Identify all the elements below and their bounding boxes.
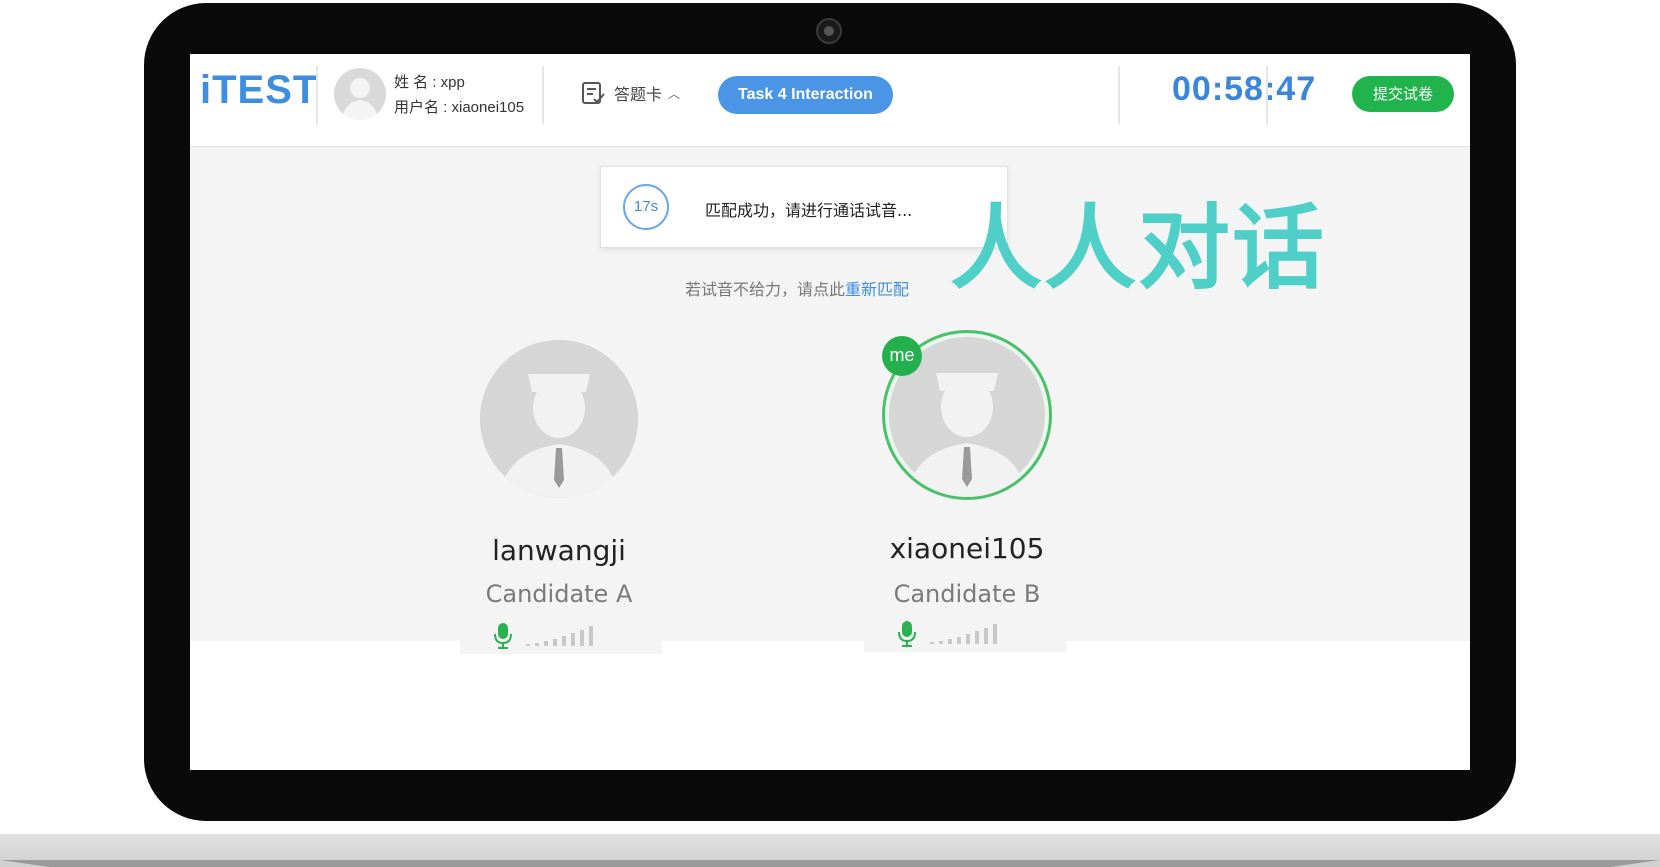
answer-card-label: 答题卡 [614, 85, 663, 104]
divider [316, 66, 318, 124]
user-name-line: 姓 名 : xpp [394, 74, 465, 91]
answer-card-toggle[interactable]: 答题卡 ︿ [580, 78, 680, 108]
candidate-b-name: xiaonei105 [889, 532, 1045, 565]
app-logo: iTEST [200, 68, 319, 112]
rematch-prefix: 若试音不给力，请点此 [685, 280, 846, 299]
app-screen: iTEST 姓 名 : xpp 用户名 : xiaonei105 答题卡 ︿ T… [190, 54, 1470, 770]
candidate-a-role: Candidate A [485, 580, 633, 608]
countdown-badge: 17s [623, 184, 669, 230]
user-avatar [334, 68, 386, 120]
microphone-icon [494, 623, 512, 649]
volume-level-icon [526, 626, 593, 646]
candidate-a-audio [460, 616, 662, 654]
header-bar: iTEST 姓 名 : xpp 用户名 : xiaonei105 答题卡 ︿ T… [190, 54, 1470, 147]
overlay-title: 人人对话 [950, 195, 1327, 302]
me-badge: me [882, 336, 922, 376]
webcam-icon [816, 18, 842, 44]
answer-sheet-icon [582, 82, 605, 104]
countdown-timer: 00:58:47 [1172, 70, 1317, 108]
laptop-base-edge [0, 860, 1660, 867]
candidate-a-name: lanwangji [492, 534, 626, 567]
candidate-b-role: Candidate B [893, 580, 1041, 608]
divider [1118, 66, 1120, 124]
rematch-hint: 若试音不给力，请点此重新匹配 [685, 276, 909, 300]
volume-level-icon [930, 624, 997, 644]
user-username-line: 用户名 : xiaonei105 [394, 99, 525, 116]
rematch-link[interactable]: 重新匹配 [845, 280, 909, 299]
task-indicator[interactable]: Task 4 Interaction [718, 76, 893, 114]
submit-exam-button[interactable]: 提交试卷 [1352, 76, 1454, 112]
match-message: 匹配成功，请进行通话试音... [705, 201, 913, 220]
user-info: 姓 名 : xpp 用户名 : xiaonei105 [394, 70, 524, 120]
divider [1266, 66, 1268, 124]
divider [542, 66, 544, 124]
candidate-b-audio [864, 614, 1066, 652]
microphone-icon [898, 621, 916, 647]
chevron-up-icon: ︿ [668, 86, 681, 101]
footer-area [190, 641, 1470, 770]
candidate-a-avatar [480, 340, 638, 498]
match-toast: 17s 匹配成功，请进行通话试音... [600, 166, 1008, 248]
